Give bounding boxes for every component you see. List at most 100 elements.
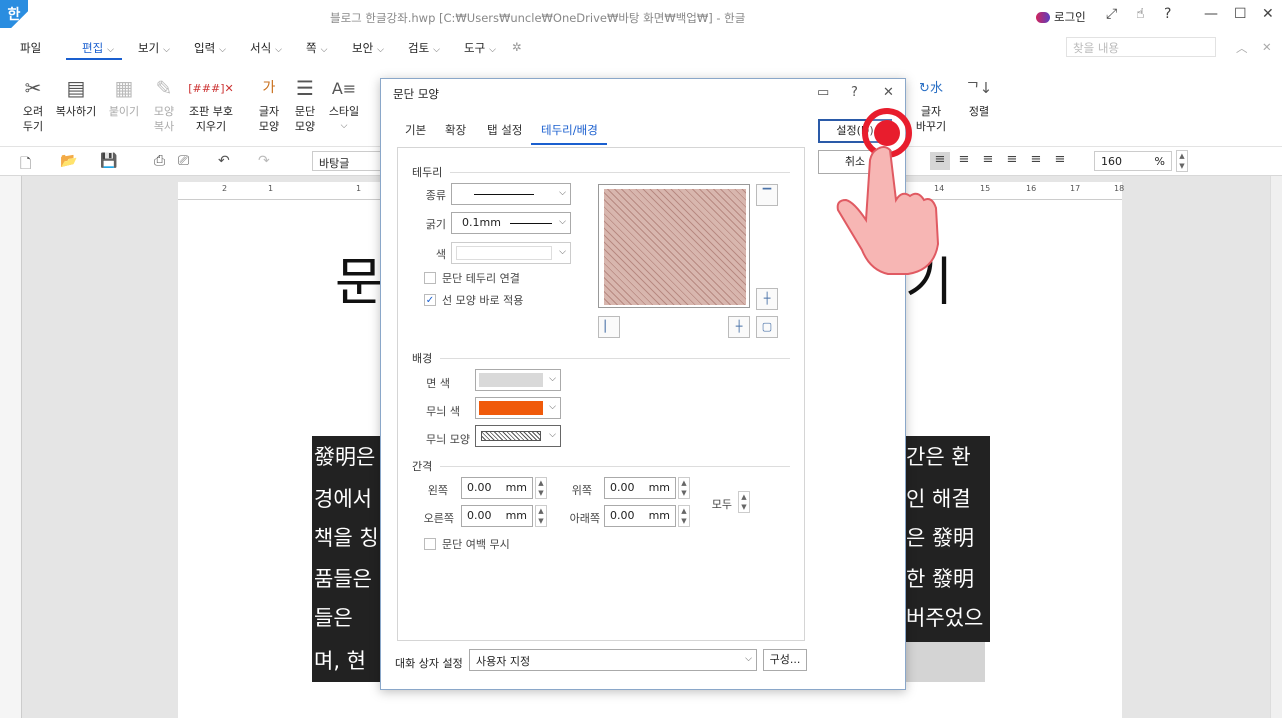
style-select[interactable]: 바탕글: [312, 151, 382, 171]
left-align-icon[interactable]: ≡: [954, 152, 974, 170]
remove-codes-button[interactable]: [###]✕ 조판 부호 지우기: [184, 72, 238, 134]
tool-label: 모양: [153, 105, 175, 118]
char-shape-button[interactable]: 가 글자 모양: [252, 72, 286, 134]
help-icon[interactable]: ?: [1164, 6, 1171, 22]
checkbox-label: 선 모양 바로 적용: [442, 294, 524, 307]
undo-icon[interactable]: ↶: [218, 153, 230, 169]
connect-border-checkbox[interactable]: 문단 테두리 연결: [424, 270, 520, 286]
print-icon[interactable]: ⎙: [154, 153, 165, 169]
border-type-select[interactable]: ⌵: [451, 183, 571, 205]
bottom-spacing-spinner[interactable]: ▲ ▼: [678, 505, 690, 527]
menu-security[interactable]: 보안 ⌵: [352, 40, 384, 56]
border-preview[interactable]: [598, 184, 750, 308]
sort-button[interactable]: ᄀ↓ 정렬: [962, 72, 996, 119]
menu-review[interactable]: 검토 ⌵: [408, 40, 440, 56]
right-align-icon[interactable]: ≡: [1002, 152, 1022, 170]
right-spacing-input[interactable]: 0.00 mm: [461, 505, 533, 527]
outer-border-icon[interactable]: ▢: [756, 316, 778, 338]
menu-format[interactable]: 서식 ⌵: [250, 40, 282, 56]
close-doc-icon[interactable]: ✕: [1262, 40, 1272, 54]
left-border-icon[interactable]: ▏: [598, 316, 620, 338]
zoom-input[interactable]: 160%: [1094, 151, 1172, 171]
top-border-icon[interactable]: ▔: [756, 184, 778, 206]
maximize-icon[interactable]: ☐: [1234, 6, 1247, 22]
bottom-spacing-input[interactable]: 0.00 mm: [604, 505, 676, 527]
dialog-setting-label: 대화 상자 설정: [395, 657, 463, 670]
minimize-icon[interactable]: —: [1204, 6, 1218, 22]
vertical-scrollbar[interactable]: [1270, 176, 1282, 718]
distribute-align-icon[interactable]: ≡: [1026, 152, 1046, 170]
expand-icon[interactable]: ⤢: [1106, 6, 1117, 22]
close-icon[interactable]: ✕: [883, 85, 894, 100]
menu-page[interactable]: 쪽 ⌵: [306, 40, 327, 56]
menu-insert[interactable]: 입력 ⌵: [194, 40, 226, 56]
tab-basic[interactable]: 기본: [405, 122, 426, 138]
sort-icon: ᄀ↓: [965, 78, 993, 97]
touch-hand-icon[interactable]: ☝: [1136, 6, 1145, 22]
paste-button[interactable]: ▦ 붙이기: [104, 72, 144, 119]
para-shape-button[interactable]: ☰ 문단 모양: [288, 72, 322, 134]
border-color-select[interactable]: ⌵: [451, 242, 571, 264]
cut-button[interactable]: ✂ 오려 두기: [16, 72, 50, 134]
save-icon[interactable]: 💾: [100, 153, 117, 169]
all-spacing-label: 모두: [711, 498, 732, 511]
close-icon[interactable]: ✕: [1262, 6, 1274, 22]
inner-border-icon[interactable]: ┼: [728, 316, 750, 338]
all-spacing-spinner[interactable]: ▲ ▼: [738, 491, 750, 513]
menu-file[interactable]: 파일: [20, 40, 41, 56]
dialog-setting-select[interactable]: 사용자 지정 ⌵: [469, 649, 757, 671]
tab-border-background[interactable]: 테두리/배경: [541, 122, 598, 138]
vertical-ruler: [0, 176, 22, 718]
menu-label: 도구: [464, 41, 486, 55]
border-thickness-select[interactable]: 0.1mm ⌵: [451, 212, 571, 234]
copy-button[interactable]: ▤ 복사하기: [52, 72, 100, 119]
new-doc-icon[interactable]: 🗋: [20, 153, 31, 177]
top-spacing-input[interactable]: 0.00 mm: [604, 477, 676, 499]
chevron-down-icon: ⌵: [489, 45, 496, 55]
apply-line-checkbox[interactable]: ✓ 선 모양 바로 적용: [424, 292, 523, 308]
unit-label: mm: [505, 509, 527, 522]
pattern-color-select[interactable]: ⌵: [475, 397, 561, 419]
puzzle-icon[interactable]: ✲: [512, 40, 522, 54]
section-background: 배경: [412, 352, 433, 365]
horizontal-border-icon[interactable]: ┼: [756, 288, 778, 310]
memo-icon[interactable]: ▭: [817, 85, 829, 100]
find-input[interactable]: 찾을 내용: [1066, 37, 1216, 57]
checkbox: [424, 538, 436, 550]
menu-edit[interactable]: 편집 ⌵: [82, 40, 114, 56]
open-folder-icon[interactable]: 📂: [60, 153, 77, 169]
help-icon[interactable]: ?: [851, 85, 858, 100]
para-shape-icon: ☰: [296, 75, 314, 100]
face-color-select[interactable]: ⌵: [475, 369, 561, 391]
config-button[interactable]: 구성...: [763, 649, 807, 671]
line-sample: [474, 194, 534, 195]
divide-align-icon[interactable]: ≡: [1050, 152, 1070, 170]
ignore-margin-checkbox[interactable]: 문단 여백 무시: [424, 536, 510, 552]
shape-copy-button[interactable]: ✎ 모양 복사: [146, 72, 182, 134]
select-value: 사용자 지정: [476, 655, 531, 668]
login-button[interactable]: 로그인: [1036, 9, 1086, 25]
right-spacing-spinner[interactable]: ▲ ▼: [535, 505, 547, 527]
collapse-ribbon-icon[interactable]: ︿: [1236, 40, 1248, 56]
pattern-shape-select[interactable]: ⌵: [475, 425, 561, 447]
tool-label: 모양: [258, 120, 280, 133]
pointing-hand-icon: [836, 146, 940, 275]
char-replace-button[interactable]: ↻水 글자 바꾸기: [910, 72, 952, 134]
center-align-icon[interactable]: ≡: [978, 152, 998, 170]
paragraph-line: 은 發明: [906, 526, 974, 550]
chevron-down-icon: ⌵: [377, 45, 384, 55]
scissors-icon: ✂: [24, 75, 42, 100]
tool-label: 정렬: [968, 105, 990, 118]
tab-tab-settings[interactable]: 탭 설정: [487, 122, 522, 138]
left-spacing-spinner[interactable]: ▲ ▼: [535, 477, 547, 499]
left-spacing-input[interactable]: 0.00 mm: [461, 477, 533, 499]
print-preview-icon[interactable]: ⎚: [178, 153, 189, 169]
zoom-spinner[interactable]: ▲ ▼: [1176, 150, 1188, 172]
menu-view[interactable]: 보기 ⌵: [138, 40, 170, 56]
style-button[interactable]: A≡ 스타일 ⌵: [324, 72, 364, 134]
tab-extended[interactable]: 확장: [445, 122, 466, 138]
top-spacing-spinner[interactable]: ▲ ▼: [678, 477, 690, 499]
redo-icon[interactable]: ↷: [258, 153, 270, 169]
input-value: 0.00: [610, 481, 635, 494]
menu-tools[interactable]: 도구 ⌵: [464, 40, 496, 56]
